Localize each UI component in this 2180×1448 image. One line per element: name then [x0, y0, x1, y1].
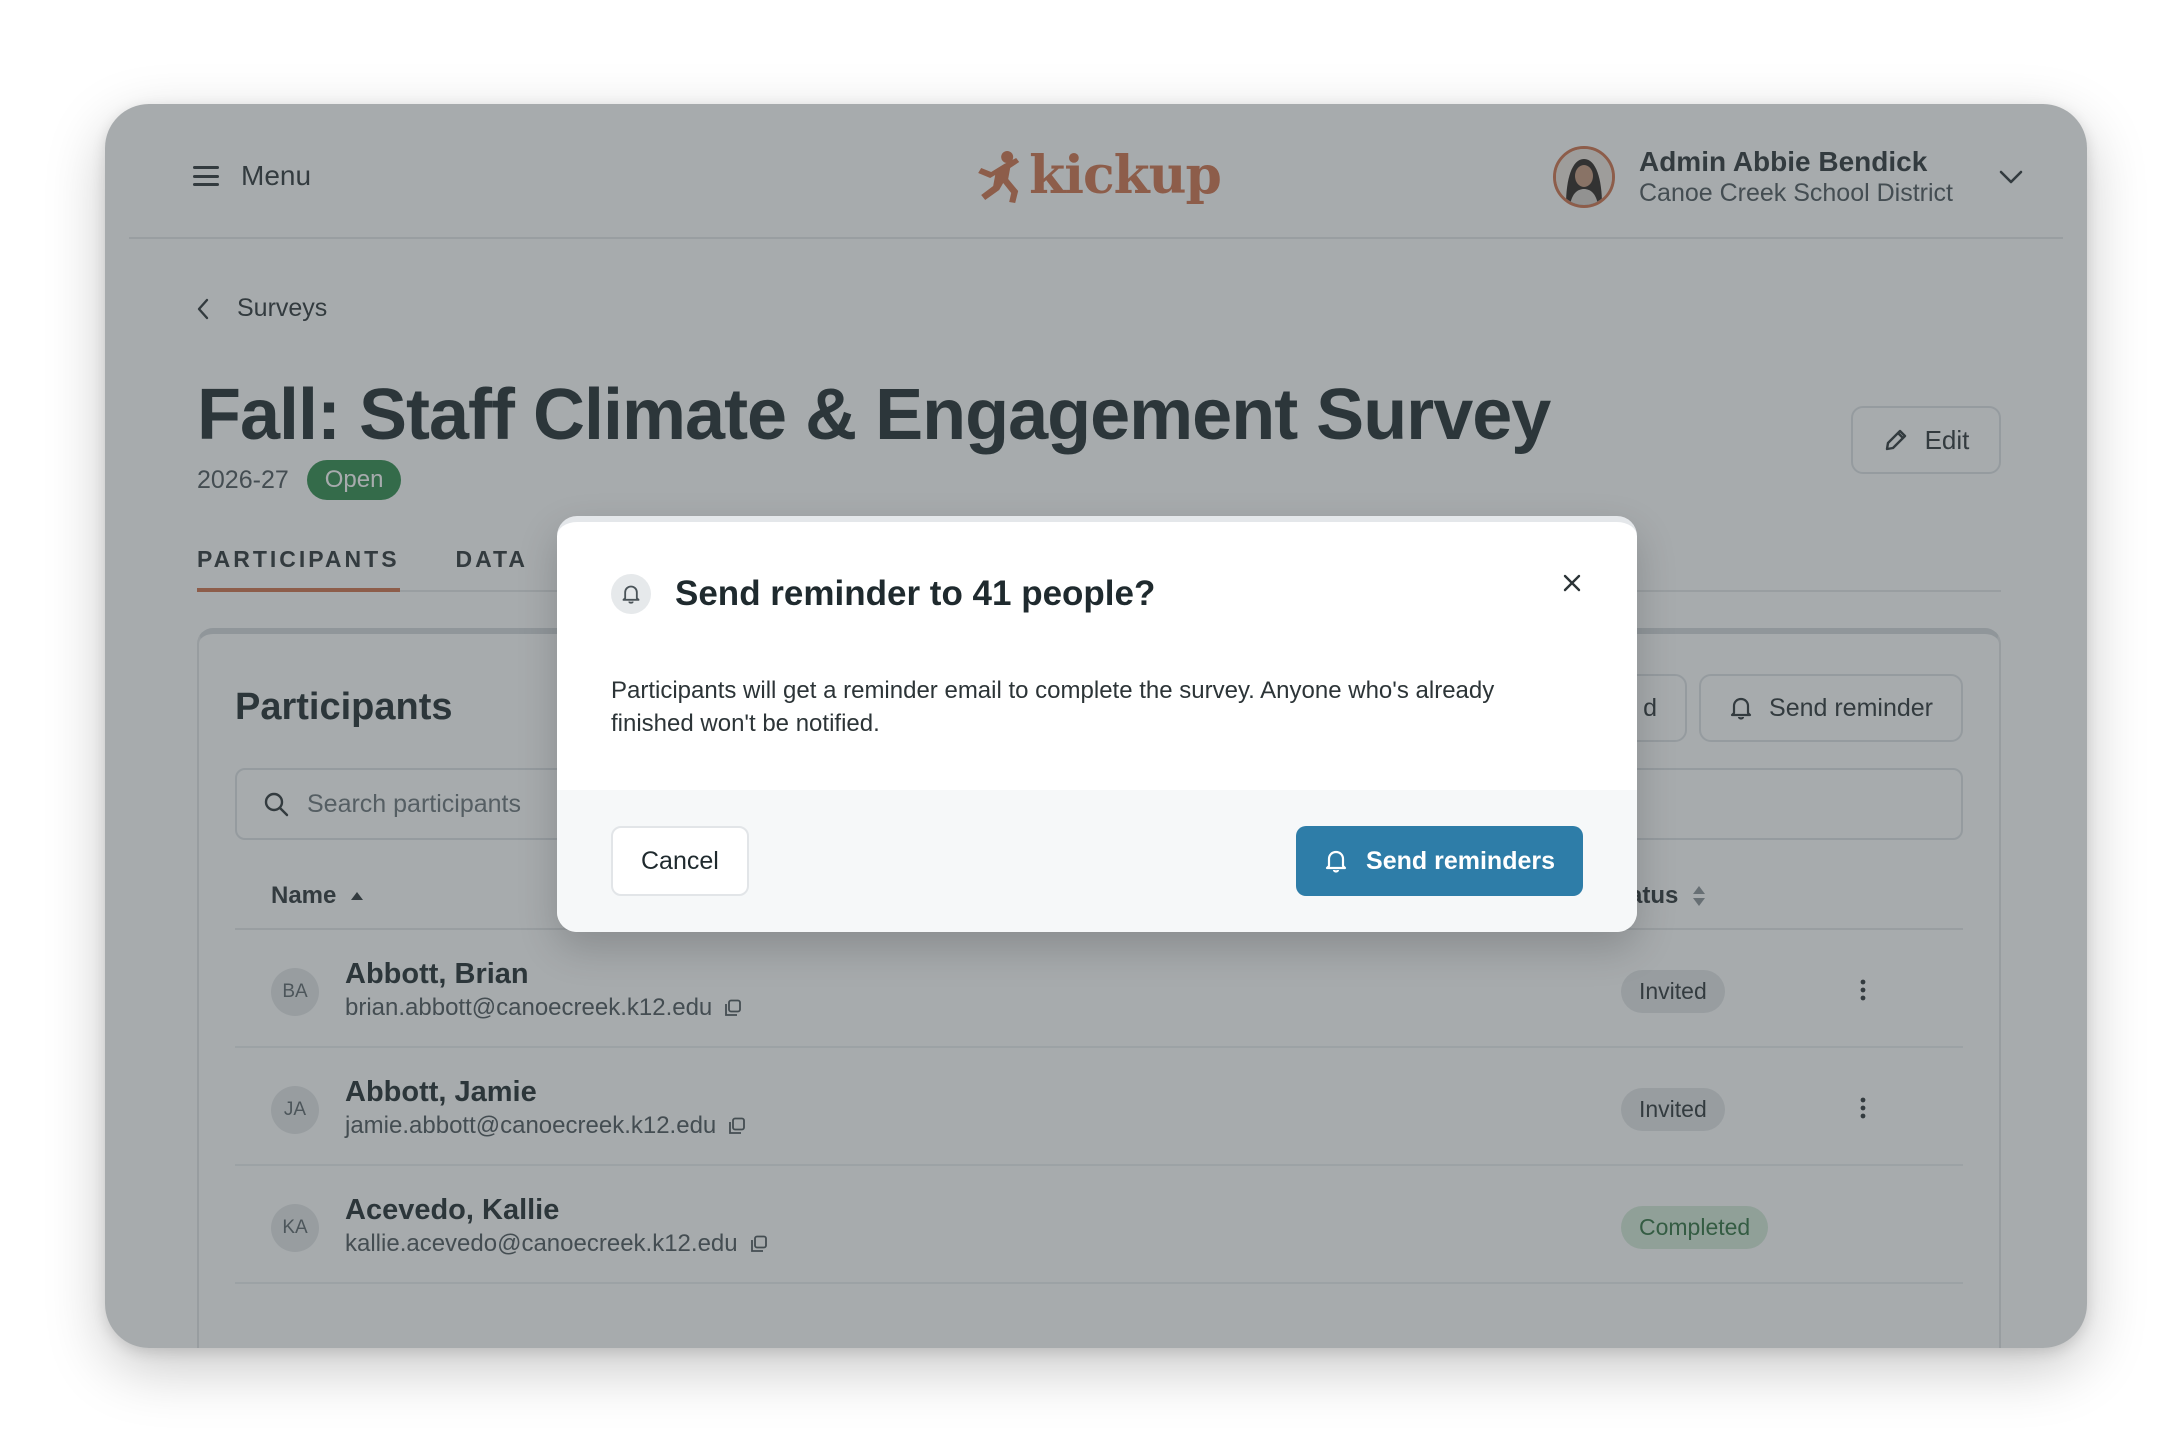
- cancel-button[interactable]: Cancel: [611, 826, 749, 896]
- app-window: Menu kickup Admin Abbie Bendick Canoe Cr…: [105, 104, 2087, 1348]
- dialog-header: Send reminder to 41 people?: [611, 574, 1155, 614]
- send-reminders-label: Send reminders: [1366, 846, 1555, 875]
- bell-icon: [1325, 850, 1347, 873]
- send-reminders-button[interactable]: Send reminders: [1296, 826, 1583, 896]
- dialog-footer: Cancel Send reminders: [557, 790, 1637, 932]
- reminder-dialog: Send reminder to 41 people? Participants…: [557, 516, 1637, 932]
- close-icon[interactable]: [1557, 568, 1587, 598]
- dialog-title: Send reminder to 41 people?: [675, 574, 1156, 613]
- bell-icon: [611, 574, 651, 614]
- dialog-message: Participants will get a reminder email t…: [611, 677, 1495, 737]
